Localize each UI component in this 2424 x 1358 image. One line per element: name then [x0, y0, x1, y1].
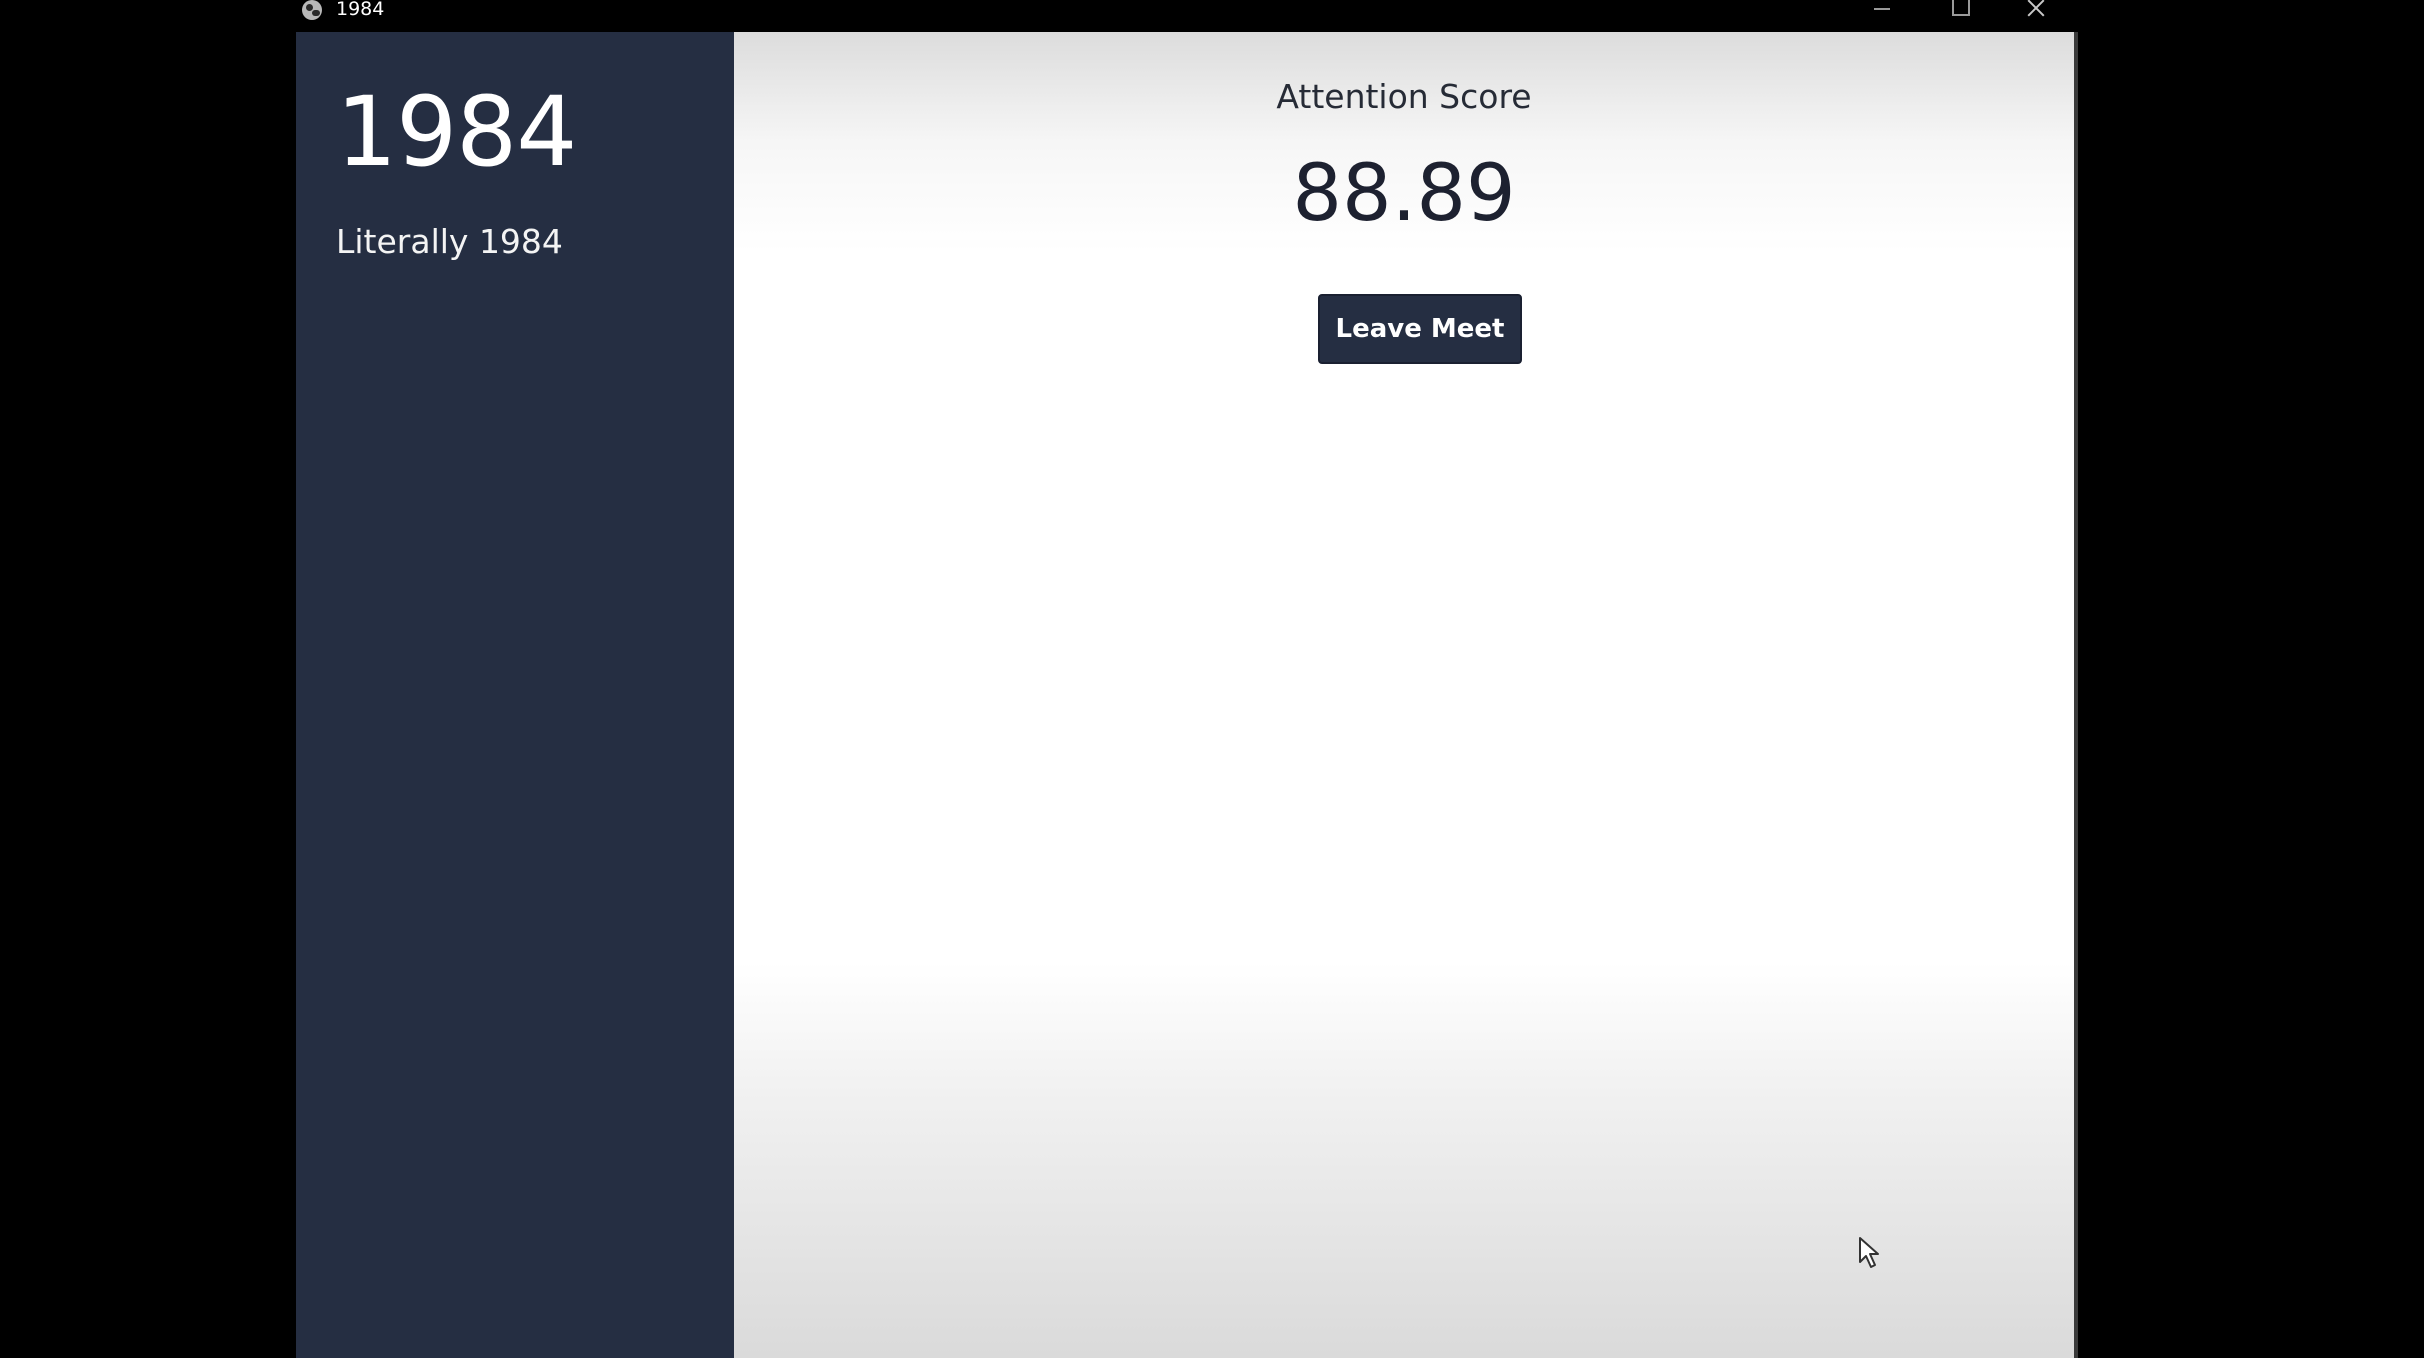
app-heading: 1984 — [336, 76, 577, 188]
main-content: Attention Score 88.89 Leave Meet — [734, 32, 2074, 1358]
minimize-icon[interactable] — [1858, 0, 1904, 20]
sidebar: 1984 Literally 1984 — [296, 32, 734, 1358]
app-window: 1984 1984 Literally 1984 Attention Score… — [296, 0, 2078, 1358]
leave-meet-button[interactable]: Leave Meet — [1318, 294, 1522, 364]
mouse-cursor-icon — [1859, 1237, 1879, 1268]
close-icon[interactable] — [2015, 0, 2061, 20]
globe-icon — [302, 0, 322, 20]
attention-score-label: Attention Score — [1276, 77, 1532, 116]
title-bar[interactable]: 1984 — [296, 0, 2078, 32]
window-border — [2074, 32, 2078, 1358]
app-subtitle: Literally 1984 — [336, 222, 563, 261]
attention-score-value: 88.89 — [1292, 149, 1516, 239]
maximize-icon[interactable] — [1936, 0, 1982, 20]
window-title: 1984 — [336, 0, 385, 20]
